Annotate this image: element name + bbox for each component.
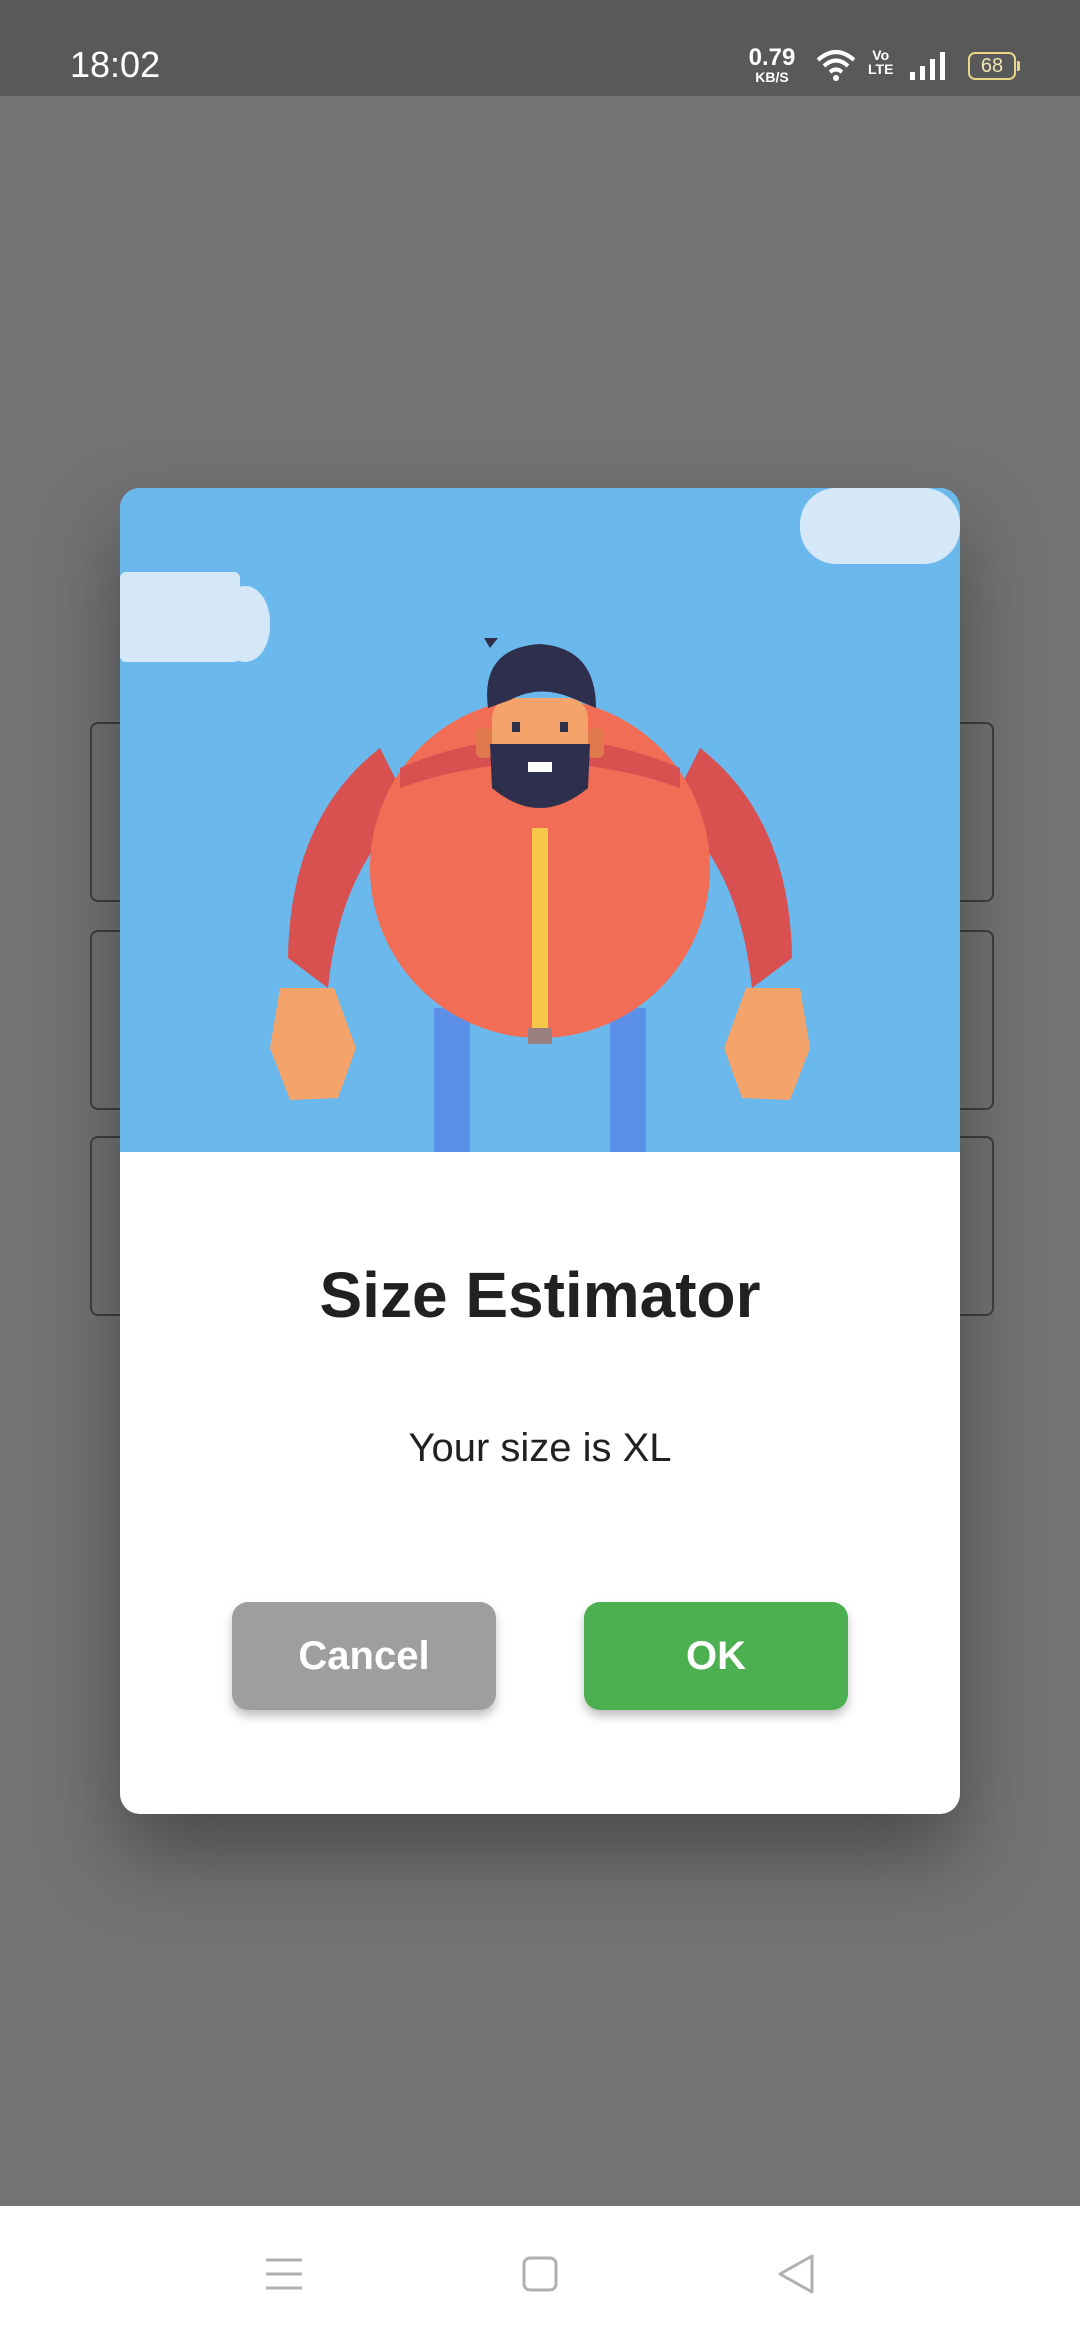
back-triangle-icon[interactable]: [774, 2252, 818, 2296]
battery-icon: 68: [968, 52, 1020, 80]
network-speed-value: 0.79: [748, 44, 796, 71]
volte-icon: Vo LTE: [868, 48, 893, 76]
status-bar: 18:02 0.79 KB/S Vo LTE 68: [0, 0, 1080, 96]
ok-button[interactable]: OK: [584, 1602, 848, 1710]
home-square-icon[interactable]: [518, 2252, 562, 2296]
cloud-right: [800, 488, 960, 564]
volte-bottom: LTE: [868, 61, 894, 77]
dialog-title: Size Estimator: [319, 1259, 761, 1331]
wifi-icon: [816, 50, 856, 81]
size-estimator-dialog: Size Estimator Your size is XL Cancel OK: [120, 488, 960, 1814]
navigation-bar: [0, 2206, 1080, 2340]
status-time: 18:02: [70, 44, 161, 85]
cancel-button[interactable]: Cancel: [232, 1602, 496, 1710]
battery-level: 68: [980, 55, 1004, 77]
menu-icon[interactable]: [262, 2252, 306, 2296]
dialog-message: Your size is XL: [408, 1426, 672, 1470]
signal-icon: [910, 52, 945, 80]
character-illustration: [120, 488, 960, 1152]
network-speed-unit: KB/S: [755, 69, 789, 85]
network-speed: 0.79 KB/S: [742, 44, 802, 85]
